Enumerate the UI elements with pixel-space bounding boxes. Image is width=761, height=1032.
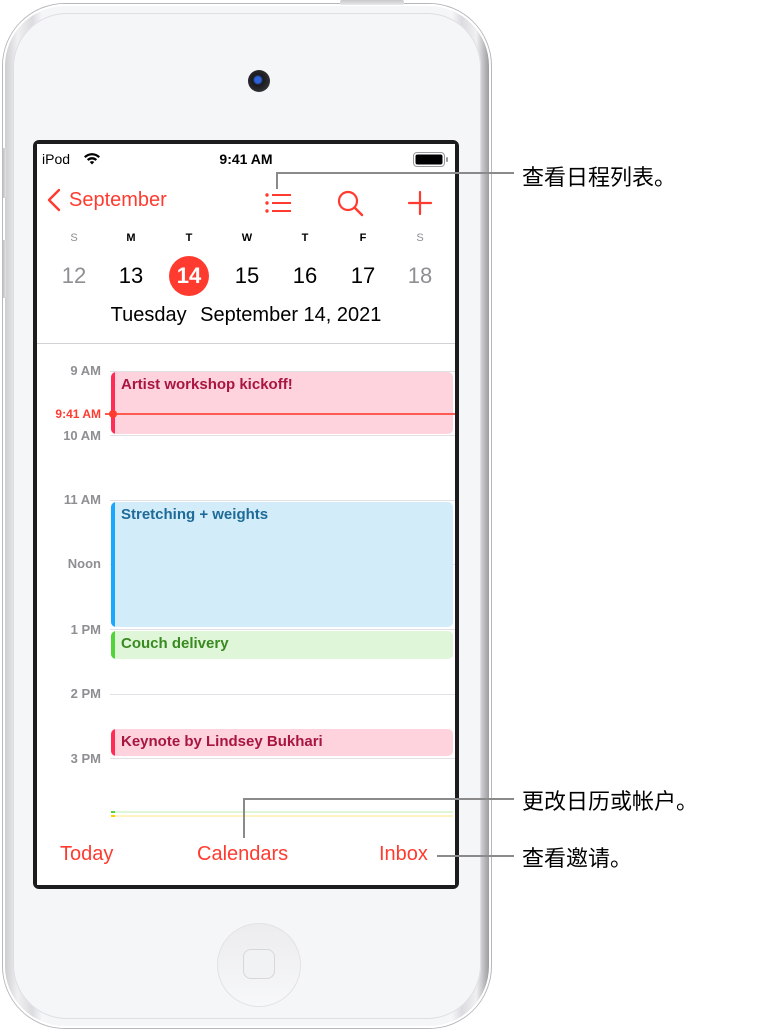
back-label: September: [69, 188, 167, 211]
callout-leader-calendars: [243, 798, 245, 838]
callout-leader-inbox: [437, 855, 514, 857]
date-row: 12 13 14 15 16 17 18: [37, 256, 455, 300]
event-couch-delivery[interactable]: Couch delivery: [111, 631, 453, 659]
weekday-label: T: [301, 232, 309, 244]
hour-label: 11 AM: [63, 492, 101, 507]
event-strip-green[interactable]: [111, 811, 453, 813]
calendars-button[interactable]: Calendars: [197, 843, 288, 866]
status-time: 9:41 AM: [219, 151, 273, 167]
date-cell[interactable]: 18: [400, 256, 440, 296]
back-to-month-button[interactable]: September: [47, 188, 167, 212]
event-color-bar: [111, 729, 115, 756]
volume-down-button[interactable]: [2, 240, 6, 298]
callout-leader-list: [276, 172, 514, 174]
date-cell[interactable]: 13: [111, 256, 151, 296]
power-button[interactable]: [340, 0, 404, 5]
weekday-label: W: [241, 232, 253, 244]
current-time-dot: [109, 410, 117, 418]
hour-line: [110, 435, 455, 436]
list-view-icon[interactable]: [263, 188, 293, 218]
selected-day-name: Tuesday: [110, 304, 187, 326]
weekday-label: M: [126, 232, 136, 244]
day-timeline[interactable]: 9 AM 10 AM 11 AM Noon 1 PM 2 PM 3 PM Art…: [37, 344, 455, 824]
event-color-bar: [111, 631, 115, 659]
hour-line: [110, 629, 455, 630]
event-strip-yellow[interactable]: [111, 815, 453, 817]
front-camera-icon: [248, 70, 270, 92]
hour-label: 3 PM: [70, 751, 101, 766]
callout-inbox: 查看邀请。: [522, 847, 633, 872]
inbox-button[interactable]: Inbox: [379, 843, 428, 866]
callout-calendars: 更改日历或帐户。: [522, 790, 699, 815]
chevron-left-icon: [47, 188, 61, 212]
event-title: Keynote by Lindsey Bukhari: [121, 733, 323, 750]
date-cell[interactable]: 17: [343, 256, 383, 296]
hour-label: 1 PM: [70, 622, 101, 637]
current-time-line: [105, 413, 455, 415]
weekday-row: S M T W T F S: [37, 232, 455, 248]
event-title: Artist workshop kickoff!: [121, 376, 293, 393]
event-stretching-weights[interactable]: Stretching + weights: [111, 502, 453, 627]
current-time-label: 9:41 AM: [55, 407, 101, 421]
bottom-toolbar: Today Calendars Inbox: [37, 839, 455, 879]
status-bar: iPod 9:41 AM: [37, 144, 455, 174]
home-button[interactable]: [217, 923, 301, 1007]
hour-label: 9 AM: [70, 363, 101, 378]
date-cell-selected[interactable]: 14: [169, 256, 209, 296]
weekday-label: F: [359, 232, 367, 244]
date-cell[interactable]: 16: [285, 256, 325, 296]
callout-list-view: 查看日程列表。: [522, 166, 677, 191]
hour-line: [110, 500, 455, 501]
date-cell[interactable]: 15: [227, 256, 267, 296]
hour-label: Noon: [67, 556, 101, 571]
event-color-bar: [111, 372, 115, 434]
calendar-screen: iPod 9:41 AM September S M T W T F S 12 …: [37, 144, 455, 885]
event-keynote[interactable]: Keynote by Lindsey Bukhari: [111, 729, 453, 756]
hour-line: [110, 694, 455, 695]
today-button[interactable]: Today: [60, 843, 113, 866]
hour-line: [110, 758, 455, 759]
weekday-label: T: [185, 232, 193, 244]
add-event-icon[interactable]: [405, 188, 435, 218]
search-icon[interactable]: [335, 188, 365, 218]
callout-leader-list: [276, 172, 278, 189]
volume-up-button[interactable]: [2, 148, 6, 198]
event-color-bar: [111, 502, 115, 627]
home-square-icon: [243, 949, 275, 979]
navigation-bar: September: [37, 184, 455, 224]
event-title: Stretching + weights: [121, 506, 269, 523]
selected-full-date: September 14, 2021: [200, 304, 382, 326]
weekday-label: S: [416, 232, 424, 244]
battery-full-icon: [413, 152, 448, 167]
weekday-label: S: [70, 232, 78, 244]
hour-label: 2 PM: [70, 686, 101, 701]
selected-date-label: Tuesday September 14, 2021: [37, 304, 455, 327]
hour-label: 10 AM: [63, 428, 101, 443]
callout-leader-calendars: [243, 798, 514, 800]
event-artist-workshop[interactable]: Artist workshop kickoff!: [111, 372, 453, 434]
event-title: Couch delivery: [121, 635, 229, 652]
date-cell[interactable]: 12: [54, 256, 94, 296]
